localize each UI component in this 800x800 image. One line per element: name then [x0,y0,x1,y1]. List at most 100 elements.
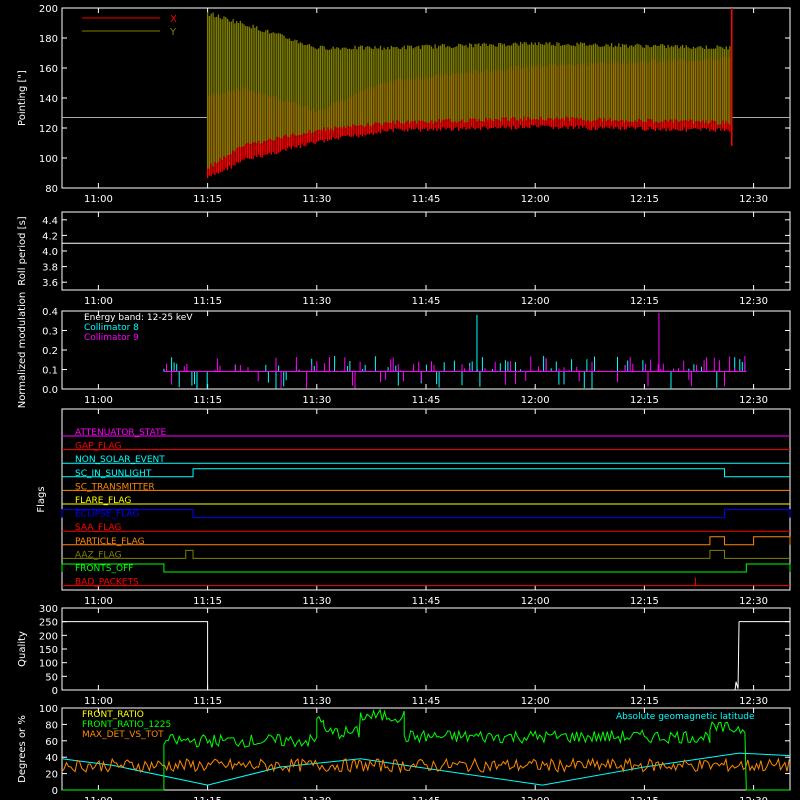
modulation-legend-label: Energy band: 12-25 keV [84,313,193,323]
modulation-xtick-label: 12:30 [739,395,768,406]
roll-ylabel: Roll period [s] [17,216,28,285]
pointing-xtick-label: 11:00 [84,194,113,205]
quality-xtick-label: 12:00 [521,696,550,707]
modulation-ytick-label: 0.1 [42,366,58,377]
modulation-xtick-label: 11:30 [302,395,331,406]
pointing-ytick-label: 200 [39,4,58,15]
pointing-xtick-label: 11:30 [302,194,331,205]
flag-label: FRONTS_OFF [75,564,133,574]
modulation-ytick-label: 0.2 [42,346,58,357]
modulation-xtick-label: 11:00 [84,395,113,406]
quality-xtick-label: 11:45 [412,696,441,707]
roll-ytick-label: 3.6 [42,278,58,289]
ratio-ytick-label: 40 [45,753,58,764]
modulation-legend-label: Collimator 9 [84,333,139,343]
figure: 11:00 11:15 11:30 11:45 12:00 12:15 12:30 80 100… [17,4,791,800]
roll-frame [61,211,791,291]
quality-ytick-label: 250 [39,618,58,629]
pointing-legend-label: Y [169,27,177,38]
roll-xtick-label: 12:15 [630,296,659,307]
roll-xtick-label: 12:30 [739,296,768,307]
ratio-xtick-label: 12:30 [739,796,768,800]
quality-xtick-label: 11:30 [302,696,331,707]
modulation-xtick-label: 11:45 [412,395,441,406]
roll-xtick-label: 11:30 [302,296,331,307]
pointing-ylabel: Pointing ["] [17,70,28,126]
quality-series [739,621,791,690]
flags-xtick-label: 11:45 [412,596,441,607]
quality-ytick-label: 0 [52,686,58,697]
flags-xtick-label: 11:30 [302,596,331,607]
ratio-ytick-label: 20 [45,770,58,781]
ratio-xtick-label: 11:00 [84,796,113,800]
ratio-ytick-label: 80 [45,720,58,731]
ratio-xtick-label: 12:00 [521,796,550,800]
modulation-ytick-label: 0.0 [42,385,58,396]
pointing-ytick-label: 80 [45,184,58,195]
modulation-ylabel: Normalized modulation [17,292,28,409]
flag-line [61,563,791,573]
roll-ytick-label: 3.8 [42,263,58,274]
ratio-ylabel: Degrees or % [17,715,28,783]
quality-ytick-label: 300 [39,604,58,615]
quality-ytick-label: 150 [39,645,58,656]
quality-xtick-label: 12:30 [739,696,768,707]
pointing-xtick-label: 12:00 [521,194,550,205]
modulation-xtick-label: 12:00 [521,395,550,406]
quality-xtick-label: 11:15 [193,696,222,707]
pointing-ytick-label: 120 [39,124,58,135]
roll-ytick-label: 4.4 [42,216,58,227]
quality-ytick-label: 50 [45,672,58,683]
modulation-ytick-label: 0.4 [42,307,58,318]
flag-line [62,468,790,478]
pointing-ytick-label: 180 [39,34,58,45]
ratio-ytick-label: 0 [52,786,58,797]
pointing-xtick-label: 12:15 [630,194,659,205]
flag-line [62,577,790,587]
ratio-xtick-label: 11:45 [412,796,441,800]
flags-xtick-label: 11:00 [84,596,113,607]
quality-ytick-label: 200 [39,631,58,642]
flags-xtick-label: 12:30 [739,596,768,607]
quality-ramp [734,621,740,691]
flag-line [62,549,790,559]
quality-xtick-label: 12:15 [630,696,659,707]
quality-ylabel: Quality [17,631,28,667]
flag-line [61,509,791,519]
flags-xtick-label: 12:00 [521,596,550,607]
ratio-xtick-label: 11:30 [302,796,331,800]
pointing-ytick-label: 100 [39,154,58,165]
quality-ytick-label: 100 [39,659,58,670]
flags-xtick-label: 11:15 [193,596,222,607]
roll-ytick-label: 4.0 [42,247,58,258]
ratio-legend-label: MAX_DET_VS_TOT [82,730,164,740]
pointing-xtick-label: 12:30 [739,194,768,205]
flags-ylabel: Flags [36,486,47,512]
pointing-ytick-label: 140 [39,94,58,105]
modulation-xtick-label: 12:15 [630,395,659,406]
ratio-xtick-label: 12:15 [630,796,659,800]
flag-label: ECLIPSE_FLAG [75,510,139,520]
ratio-legend-label: FRONT_RATIO [82,710,144,720]
flag-line [62,536,791,546]
ratio-xtick-label: 11:15 [193,796,222,800]
roll-xtick-label: 11:45 [412,296,441,307]
flags-xtick-label: 12:15 [630,596,659,607]
ratio-series-max-det [61,757,790,774]
pointing-ytick-label: 160 [39,64,58,75]
pointing-legend-label: X [170,14,177,25]
roll-ytick-label: 4.2 [42,231,58,242]
roll-xtick-label: 11:00 [84,296,113,307]
ratio-ytick-label: 100 [39,704,58,715]
roll-xtick-label: 11:15 [193,296,222,307]
modulation-xtick-label: 11:15 [193,395,222,406]
modulation-legend-label: Collimator 8 [84,323,139,333]
roll-xtick-label: 12:00 [521,296,550,307]
pointing-xtick-label: 11:45 [412,194,441,205]
quality-frame [61,607,791,691]
quality-series [62,621,209,690]
ratio-ytick-label: 60 [45,737,58,748]
ratio-legend-label: FRONT_RATIO_1225 [82,720,171,730]
ratio-legend-latitude: Absolute geomagnetic latitude [616,712,755,722]
pointing-xtick-label: 11:15 [193,194,222,205]
